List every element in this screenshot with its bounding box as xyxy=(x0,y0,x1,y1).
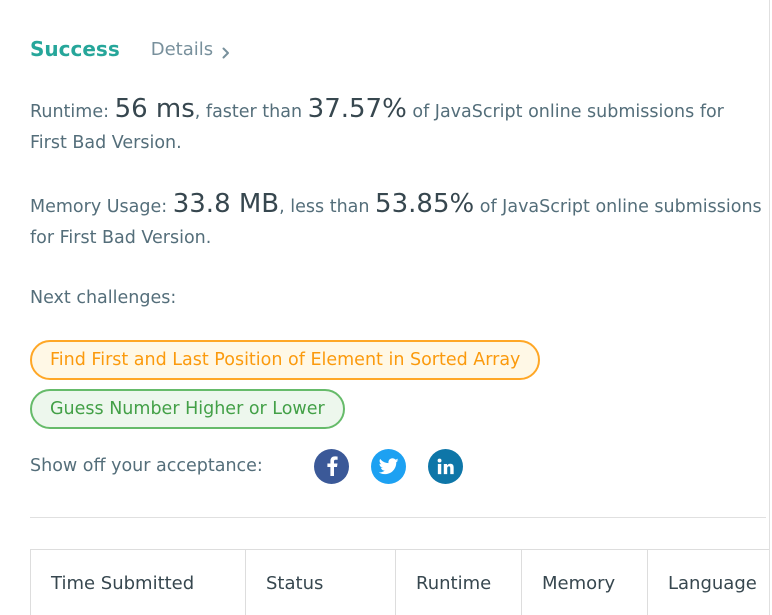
runtime-percentile: 37.57% xyxy=(307,94,407,124)
details-link[interactable]: Details xyxy=(151,39,230,60)
challenge-title: Find First and Last Position of Element … xyxy=(50,350,521,370)
column-header-memory[interactable]: Memory xyxy=(522,550,648,615)
runtime-label: Runtime: xyxy=(30,102,115,122)
chevron-right-icon xyxy=(222,43,230,59)
column-header-time-submitted[interactable]: Time Submitted xyxy=(31,550,246,615)
facebook-icon[interactable] xyxy=(314,448,349,484)
memory-label: Memory Usage: xyxy=(30,197,173,217)
result-header: Success Details xyxy=(30,34,230,64)
runtime-stat: Runtime: 56 ms, faster than 37.57% of Ja… xyxy=(30,94,765,159)
runtime-value: 56 ms xyxy=(114,94,195,124)
linkedin-icon[interactable] xyxy=(428,448,463,484)
share-label: Show off your acceptance: xyxy=(30,456,263,476)
memory-stat: Memory Usage: 33.8 MB, less than 53.85% … xyxy=(30,189,765,254)
memory-middle-text: , less than xyxy=(279,197,376,217)
column-header-status[interactable]: Status xyxy=(246,550,396,615)
memory-value: 33.8 MB xyxy=(172,189,280,219)
column-header-language[interactable]: Language xyxy=(648,550,769,615)
section-divider xyxy=(30,517,766,518)
next-challenges-label: Next challenges: xyxy=(30,288,177,308)
details-label: Details xyxy=(150,38,214,60)
submissions-table-header: Time Submitted Status Runtime Memory Lan… xyxy=(30,549,770,615)
submission-result-panel: Success Details Runtime: 56 ms, faster t… xyxy=(0,0,772,615)
next-challenge-medium[interactable]: Find First and Last Position of Element … xyxy=(30,340,541,380)
challenge-title: Guess Number Higher or Lower xyxy=(50,399,325,419)
memory-percentile: 53.85% xyxy=(375,189,475,219)
status-success: Success xyxy=(30,37,120,61)
runtime-middle-text: , faster than xyxy=(194,102,308,122)
column-header-runtime[interactable]: Runtime xyxy=(396,550,522,615)
twitter-icon[interactable] xyxy=(371,448,406,484)
next-challenge-easy[interactable]: Guess Number Higher or Lower xyxy=(30,389,345,429)
share-row: Show off your acceptance: xyxy=(30,447,485,485)
